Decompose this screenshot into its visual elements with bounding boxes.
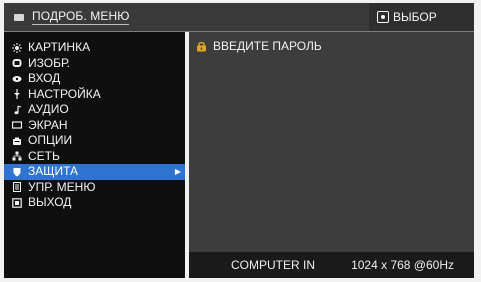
audio-icon [12,105,22,115]
menu-item-label: НАСТРОЙКА [28,86,101,101]
screen-icon [12,120,22,130]
sun-icon [12,42,22,53]
menu-title: ПОДРОБ. МЕНЮ [32,9,130,25]
security-content: ВВЕДИТЕ ПАРОЛЬ [192,35,471,255]
menu-item-options[interactable]: ОПЦИИ [4,133,185,149]
network-icon [12,151,22,161]
content-panel: ВВЕДИТЕ ПАРОЛЬ COMPUTER IN 1024 x 768 @6… [189,32,474,278]
menu-list: КАРТИНКА ИЗОБР. ВХОД НАСТРОЙКА АУДИО ЭКР… [4,40,185,211]
menu-item-audio[interactable]: АУДИО [4,102,185,118]
menu-sidebar: КАРТИНКА ИЗОБР. ВХОД НАСТРОЙКА АУДИО ЭКР… [4,32,185,278]
menu-item-network[interactable]: СЕТЬ [4,149,185,165]
password-label: ВВЕДИТЕ ПАРОЛЬ [213,39,322,53]
exit-icon [12,197,22,208]
options-icon [12,136,22,146]
menu-title-group: ПОДРОБ. МЕНЮ [14,3,130,31]
menu-item-label: ВХОД [28,71,61,85]
setup-icon [12,89,22,100]
menu-control-icon [12,182,22,193]
menu-item-label: ОПЦИИ [28,133,73,147]
menu-item-security[interactable]: ЗАЩИТА ▶ [4,164,185,180]
picture-icon [12,58,22,68]
menu-item-setup[interactable]: НАСТРОЙКА [4,87,185,103]
menu-item-label: ЗАЩИТА [28,164,79,178]
menu-item-label: ЭКРАН [28,117,68,132]
menu-item-label: КАРТИНКА [28,40,91,54]
lock-icon [196,41,207,52]
menu-item-label: АУДИО [28,102,69,116]
menu-icon [14,13,24,21]
projector-menu-screen: ПОДРОБ. МЕНЮ ВЫБОР КАРТИНКА ИЗОБР. ВХОД … [0,0,481,282]
menu-item-menu-control[interactable]: УПР. МЕНЮ [4,180,185,196]
password-entry-row[interactable]: ВВЕДИТЕ ПАРОЛЬ [196,39,322,53]
menu-item-label: ИЗОБР. [28,55,71,70]
shield-icon [12,167,22,177]
menu-header: ПОДРОБ. МЕНЮ ВЫБОР [4,3,474,32]
menu-item-input[interactable]: ВХОД [4,71,185,87]
select-hint: ВЫБОР [369,3,474,31]
menu-item-image[interactable]: ИЗОБР. [4,56,185,72]
submenu-arrow-icon: ▶ [174,167,181,176]
menu-item-label: ВЫХОД [28,195,72,209]
menu-item-picture[interactable]: КАРТИНКА [4,40,185,56]
signal-resolution: 1024 x 768 @60Hz [351,258,454,272]
status-bar: COMPUTER IN 1024 x 768 @60Hz [189,252,474,278]
menu-item-label: СЕТЬ [28,148,60,163]
menu-item-exit[interactable]: ВЫХОД [4,195,185,211]
menu-item-label: УПР. МЕНЮ [28,179,96,194]
menu-item-screen[interactable]: ЭКРАН [4,118,185,134]
input-source: COMPUTER IN [231,258,315,272]
select-label: ВЫБОР [393,10,437,24]
select-button-icon [377,11,389,23]
input-icon [12,74,22,84]
